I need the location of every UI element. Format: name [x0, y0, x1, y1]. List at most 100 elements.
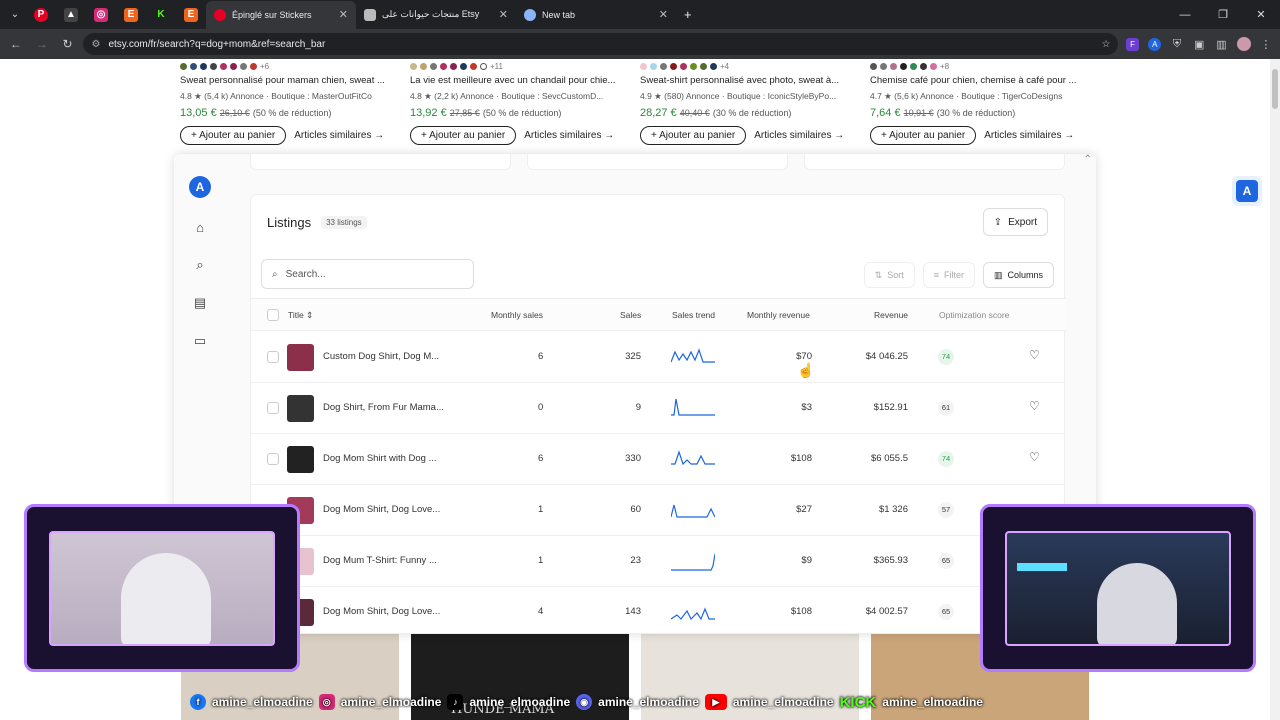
favorite-heart-icon[interactable]: ♡: [1029, 450, 1040, 464]
folder-icon[interactable]: ▭: [191, 332, 209, 350]
extension-launcher[interactable]: A: [1232, 176, 1262, 206]
similar-items-link[interactable]: Articles similaires →: [524, 130, 614, 141]
product-title[interactable]: Chemise café pour chien, chemise à café …: [870, 73, 1090, 89]
tab-stickers[interactable]: Épinglé sur Stickers ✕: [206, 0, 356, 29]
page-scrollbar[interactable]: [1270, 59, 1280, 720]
pinned-tab-etsy[interactable]: E: [116, 1, 146, 29]
optimization-score-badge: 74: [938, 451, 954, 467]
profile-avatar[interactable]: [1236, 35, 1252, 53]
new-tab-button[interactable]: +: [676, 1, 700, 29]
product-card[interactable]: +6 Sweat personnalisé pour maman chien, …: [180, 59, 400, 145]
add-to-cart-button[interactable]: + Ajouter au panier: [180, 126, 287, 145]
favorite-heart-icon[interactable]: ♡: [1029, 348, 1040, 362]
listings-panel: ⌃ A ⌂ ⌕ ▤ ▭ Listings 33 listings ⇪ Export…: [174, 154, 1096, 634]
price: 13,05 €: [180, 107, 217, 119]
header-sales[interactable]: Sales: [620, 310, 641, 320]
header-monthly-sales[interactable]: Monthly sales: [491, 310, 543, 320]
table-row[interactable]: Dog Shirt, From Fur Mama... 0 9 $3 $152.…: [251, 383, 1066, 434]
omnibox[interactable]: ⚙ etsy.com/fr/search?q=dog+mom&ref=searc…: [83, 33, 1119, 55]
columns-icon: ▥: [993, 269, 1003, 280]
pinned-tab-pinterest[interactable]: P: [26, 1, 56, 29]
product-title[interactable]: Sweat personnalisé pour maman chien, swe…: [180, 73, 400, 89]
search-icon[interactable]: ⌕: [191, 256, 209, 274]
close-icon[interactable]: ✕: [499, 8, 508, 21]
listing-title[interactable]: Dog Mom Shirt, Dog Love...: [323, 504, 440, 515]
listing-title[interactable]: Custom Dog Shirt, Dog M...: [323, 351, 439, 362]
header-revenue[interactable]: Revenue: [874, 310, 908, 320]
bookmark-star-icon[interactable]: ☆: [1102, 39, 1111, 50]
tab-etsy-animals[interactable]: منتجات حيوانات على Etsy ✕: [356, 1, 516, 29]
similar-items-link[interactable]: Articles similaires →: [754, 130, 844, 141]
cart-label: Ajouter au panier: [889, 130, 966, 141]
puzzle-icon[interactable]: ▣: [1191, 35, 1207, 53]
app-icon: ▲: [64, 7, 78, 22]
home-icon[interactable]: ⌂: [191, 218, 209, 236]
header-title[interactable]: Title ⇕: [288, 310, 313, 321]
pinned-tab-instagram[interactable]: ◎: [86, 1, 116, 29]
listing-title[interactable]: Dog Shirt, From Fur Mama...: [323, 402, 444, 413]
sidebar-icon[interactable]: ▥: [1213, 35, 1229, 53]
close-window-icon[interactable]: ✕: [1242, 8, 1280, 21]
product-card[interactable]: +11 La vie est meilleure avec un chandai…: [410, 59, 630, 145]
add-to-cart-button[interactable]: + Ajouter au panier: [870, 126, 977, 145]
header-sales-trend[interactable]: Sales trend: [672, 310, 715, 320]
back-icon[interactable]: ←: [6, 37, 26, 51]
search-input[interactable]: ⌕ Search...: [261, 259, 474, 289]
product-title[interactable]: Sweat-shirt personnalisé avec photo, swe…: [640, 73, 860, 89]
filter-icon: ≡: [933, 270, 939, 280]
header-monthly-revenue[interactable]: Monthly revenue: [747, 310, 810, 320]
tab-search-icon[interactable]: ⌄: [4, 4, 26, 26]
row-checkbox[interactable]: [267, 402, 279, 414]
product-card[interactable]: +4 Sweat-shirt personnalisé avec photo, …: [640, 59, 860, 145]
extension-f-icon[interactable]: F: [1124, 35, 1140, 53]
table-row[interactable]: Dog Mum T-Shirt: Funny ... 1 23 $9 $365.…: [251, 536, 1066, 587]
similar-items-link[interactable]: Articles similaires →: [984, 130, 1074, 141]
pinned-tab-etsy-2[interactable]: E: [176, 1, 206, 29]
header-optimization-score[interactable]: Optimization score: [939, 310, 1009, 320]
filter-button[interactable]: ≡ Filter: [922, 262, 975, 288]
pinned-tab-app[interactable]: ▲: [56, 1, 86, 29]
menu-icon[interactable]: ⋮: [1258, 35, 1274, 53]
pinned-tab-kick[interactable]: K: [146, 1, 176, 29]
row-checkbox[interactable]: [267, 453, 279, 465]
product-title[interactable]: La vie est meilleure avec un chandail po…: [410, 73, 630, 89]
listing-thumbnail[interactable]: [287, 344, 314, 371]
table-row[interactable]: Custom Dog Shirt, Dog M... 6 325 $70 $4 …: [251, 332, 1066, 383]
reload-icon[interactable]: ↻: [58, 37, 78, 51]
shield-icon[interactable]: ⛨: [1169, 35, 1185, 53]
sort-button[interactable]: ⇅ Sort: [863, 262, 915, 288]
listing-thumbnail[interactable]: [287, 446, 314, 473]
close-icon[interactable]: ✕: [339, 8, 348, 21]
forward-icon[interactable]: →: [32, 37, 52, 51]
more-colors: +6: [260, 61, 270, 71]
product-card[interactable]: +8 Chemise café pour chien, chemise à ca…: [870, 59, 1090, 145]
collapse-icon[interactable]: ⌃: [1084, 154, 1092, 165]
listing-thumbnail[interactable]: [287, 395, 314, 422]
shop-icon[interactable]: ▤: [191, 294, 209, 312]
table-row[interactable]: Dog Mom Shirt with Dog ... 6 330 $108 $6…: [251, 434, 1066, 485]
scrollbar-thumb[interactable]: [1272, 69, 1278, 109]
table-row[interactable]: Dog Mom Shirt, Dog Love... 1 60 $27 $1 3…: [251, 485, 1066, 536]
close-icon[interactable]: ✕: [659, 8, 668, 21]
row-checkbox[interactable]: [267, 351, 279, 363]
select-all-checkbox[interactable]: [267, 309, 279, 321]
search-icon: ⌕: [272, 268, 278, 280]
sales-value: 330: [625, 453, 641, 464]
listing-title[interactable]: Dog Mom Shirt, Dog Love...: [323, 606, 440, 617]
columns-button[interactable]: ▥ Columns: [982, 262, 1054, 288]
table-row[interactable]: Dog Mom Shirt, Dog Love... 4 143 $108 $4…: [251, 587, 1066, 634]
site-info-icon[interactable]: ⚙: [91, 39, 100, 50]
listing-title[interactable]: Dog Mom Shirt with Dog ...: [323, 453, 437, 464]
maximize-icon[interactable]: ❐: [1204, 8, 1242, 21]
extension-a-icon[interactable]: A: [1147, 35, 1163, 53]
similar-items-link[interactable]: Articles similaires →: [294, 130, 384, 141]
add-to-cart-button[interactable]: + Ajouter au panier: [640, 126, 747, 145]
add-to-cart-button[interactable]: + Ajouter au panier: [410, 126, 517, 145]
favorite-heart-icon[interactable]: ♡: [1029, 399, 1040, 413]
export-button[interactable]: ⇪ Export: [982, 208, 1048, 236]
minimize-icon[interactable]: —: [1166, 9, 1204, 21]
tab-new-tab[interactable]: New tab ✕: [516, 1, 676, 29]
product-meta: 4.8 ★ (5,4 k) Annonce · Boutique : Maste…: [180, 91, 372, 101]
listing-title[interactable]: Dog Mum T-Shirt: Funny ...: [323, 555, 437, 566]
revenue-value: $4 002.57: [865, 606, 908, 617]
